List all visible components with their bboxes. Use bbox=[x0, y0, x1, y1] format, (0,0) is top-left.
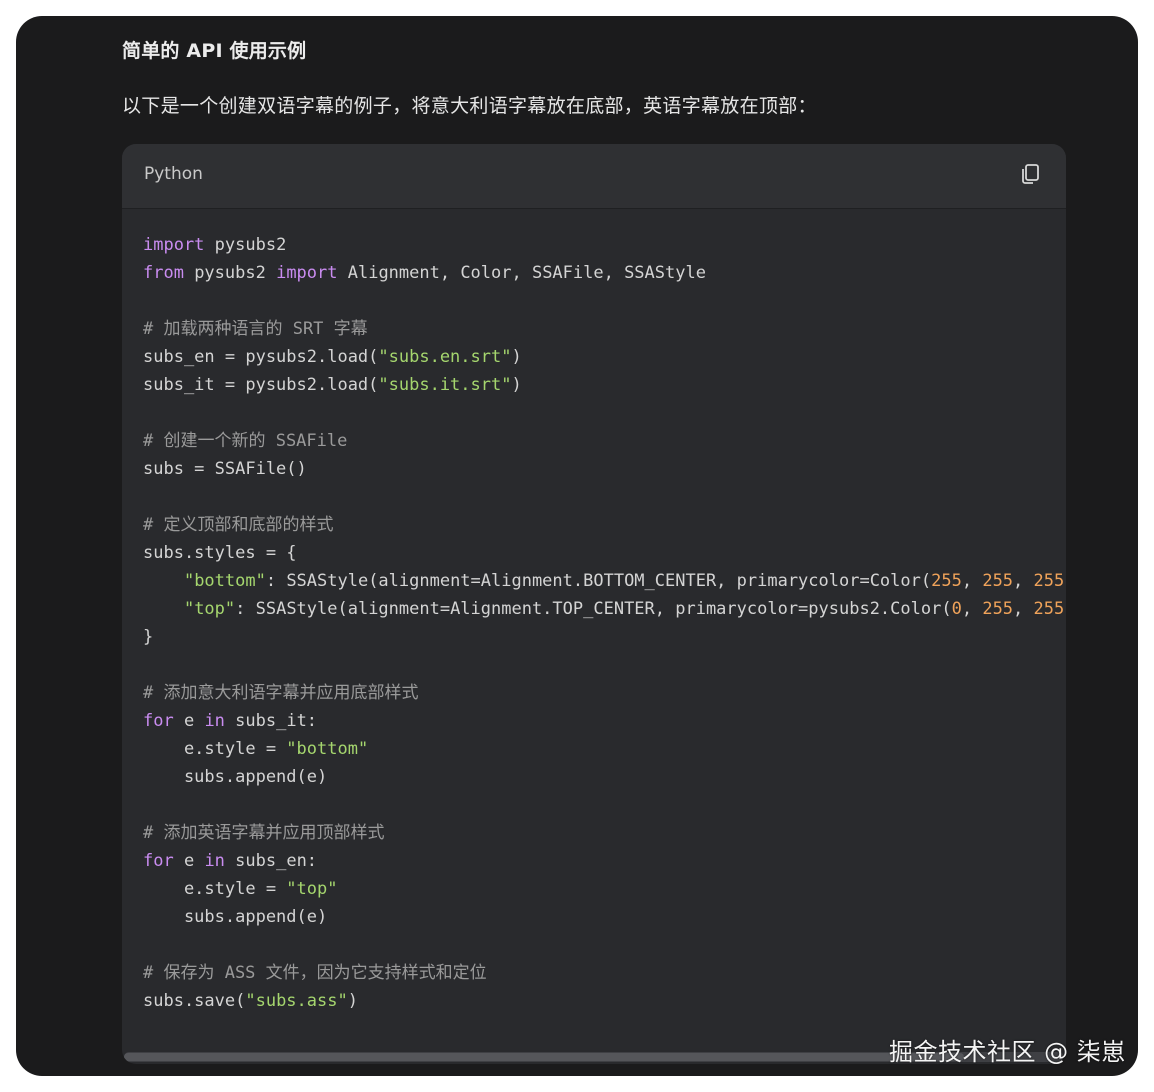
code-token: # 创建一个新的 SSAFile bbox=[143, 431, 348, 451]
code-token: # 添加意大利语字幕并应用底部样式 bbox=[143, 683, 419, 703]
code-line: import pysubs2 bbox=[143, 231, 1066, 259]
code-token: Alignment, Color, SSAFile, SSAStyle bbox=[337, 263, 706, 283]
intro-text: 以下是一个创建双语字幕的例子，将意大利语字幕放在底部，英语字幕放在顶部： bbox=[122, 95, 817, 117]
code-token: for bbox=[143, 711, 174, 731]
code-token: import bbox=[143, 235, 205, 255]
code-token: )), bbox=[1064, 599, 1066, 619]
code-token: subs.save( bbox=[143, 991, 246, 1011]
code-token: , bbox=[1013, 571, 1034, 591]
code-line: subs_it = pysubs2.load("subs.it.srt") bbox=[143, 371, 1066, 399]
code-token: subs = SSAFile() bbox=[143, 459, 307, 479]
code-token: "bottom" bbox=[183, 571, 266, 591]
code-token: 255 bbox=[982, 571, 1014, 591]
code-token: , bbox=[961, 599, 983, 619]
code-token: pysubs2 bbox=[204, 235, 287, 255]
code-token: subs.append(e) bbox=[143, 907, 328, 927]
code-token: in bbox=[204, 851, 225, 871]
code-block-header: Python bbox=[122, 144, 1066, 209]
code-token: pysubs2 bbox=[183, 263, 277, 283]
code-line: } bbox=[143, 623, 1066, 651]
code-line: "bottom": SSAStyle(alignment=Alignment.B… bbox=[143, 567, 1066, 595]
code-line: "top": SSAStyle(alignment=Alignment.TOP_… bbox=[143, 595, 1066, 623]
code-token: # 加载两种语言的 SRT 字幕 bbox=[143, 319, 368, 339]
code-line: from pysubs2 import Alignment, Color, SS… bbox=[143, 259, 1066, 287]
code-line: subs.append(e) bbox=[143, 763, 1066, 791]
code-line: # 创建一个新的 SSAFile bbox=[143, 427, 1066, 455]
code-text: import pysubs2 from pysubs2 import Alignm… bbox=[143, 231, 1066, 1015]
code-line: # 保存为 ASS 文件，因为它支持样式和定位 bbox=[143, 959, 1066, 987]
copy-icon bbox=[1022, 164, 1039, 184]
watermark: 掘金技术社区 @ 柒崽 bbox=[889, 1038, 1126, 1066]
code-token: # 添加英语字幕并应用顶部样式 bbox=[143, 823, 385, 843]
code-line: subs = SSAFile() bbox=[143, 455, 1066, 483]
code-line: subs.append(e) bbox=[143, 903, 1066, 931]
code-token: 255 bbox=[982, 599, 1014, 619]
code-token: from bbox=[143, 263, 184, 283]
chat-message-panel: 简单的 API 使用示例 以下是一个创建双语字幕的例子，将意大利语字幕放在底部，… bbox=[16, 16, 1138, 1076]
code-token: : SSAStyle(alignment=Alignment.TOP_CENTE… bbox=[235, 599, 952, 619]
code-token: subs_it = pysubs2.load( bbox=[143, 375, 379, 395]
code-token: , bbox=[1013, 599, 1034, 619]
code-line: subs_en = pysubs2.load("subs.en.srt") bbox=[143, 343, 1066, 371]
code-line: for e in subs_en: bbox=[143, 847, 1066, 875]
code-token: e.style = bbox=[143, 739, 287, 759]
code-token: e bbox=[173, 851, 205, 871]
code-token: "subs.it.srt" bbox=[378, 375, 512, 395]
code-token: subs.append(e) bbox=[143, 767, 328, 787]
scrollbar-thumb[interactable] bbox=[124, 1053, 964, 1061]
code-token: ) bbox=[347, 991, 358, 1011]
code-token: e bbox=[173, 711, 205, 731]
code-line: subs.styles = { bbox=[143, 539, 1066, 567]
code-block: Python import pysubs2 from pysubs2 import… bbox=[122, 144, 1066, 1064]
code-token: e.style = bbox=[143, 879, 287, 899]
section-heading: 简单的 API 使用示例 bbox=[122, 40, 307, 62]
code-token: in bbox=[204, 711, 225, 731]
code-token: import bbox=[276, 263, 338, 283]
code-token: subs_en = pysubs2.load( bbox=[143, 347, 379, 367]
code-language-label: Python bbox=[144, 164, 203, 184]
code-body[interactable]: import pysubs2 from pysubs2 import Alignm… bbox=[122, 209, 1066, 1064]
code-token: 0 bbox=[951, 599, 962, 619]
code-token: ) bbox=[511, 375, 522, 395]
code-line: # 加载两种语言的 SRT 字幕 bbox=[143, 315, 1066, 343]
code-token: ) bbox=[511, 347, 522, 367]
code-token: "top" bbox=[183, 599, 236, 619]
code-line: subs.save("subs.ass") bbox=[143, 987, 1066, 1015]
code-token: "subs.en.srt" bbox=[378, 347, 512, 367]
code-token: 255 bbox=[1033, 571, 1065, 591]
code-line: # 添加英语字幕并应用顶部样式 bbox=[143, 819, 1066, 847]
code-token: "top" bbox=[286, 879, 338, 899]
code-token: 255 bbox=[931, 571, 962, 591]
code-token: subs_en: bbox=[224, 851, 318, 871]
code-line: e.style = "bottom" bbox=[143, 735, 1066, 763]
code-token: 255 bbox=[1033, 599, 1065, 619]
code-token: for bbox=[143, 851, 174, 871]
code-line: # 定义顶部和底部的样式 bbox=[143, 511, 1066, 539]
code-line: e.style = "top" bbox=[143, 875, 1066, 903]
code-token: "subs.ass" bbox=[245, 991, 348, 1011]
copy-button[interactable] bbox=[1018, 162, 1042, 186]
code-line: # 添加意大利语字幕并应用底部样式 bbox=[143, 679, 1066, 707]
code-token: : SSAStyle(alignment=Alignment.BOTTOM_CE… bbox=[265, 571, 932, 591]
code-token: # 保存为 ASS 文件，因为它支持样式和定位 bbox=[143, 963, 487, 983]
code-line: for e in subs_it: bbox=[143, 707, 1066, 735]
code-token: } bbox=[143, 627, 154, 647]
code-token: # 定义顶部和底部的样式 bbox=[143, 515, 334, 535]
code-token: subs.styles = { bbox=[143, 543, 297, 563]
code-token: , bbox=[961, 571, 983, 591]
code-token: )), bbox=[1064, 571, 1066, 591]
code-token: subs_it: bbox=[224, 711, 318, 731]
code-token: "bottom" bbox=[286, 739, 369, 759]
